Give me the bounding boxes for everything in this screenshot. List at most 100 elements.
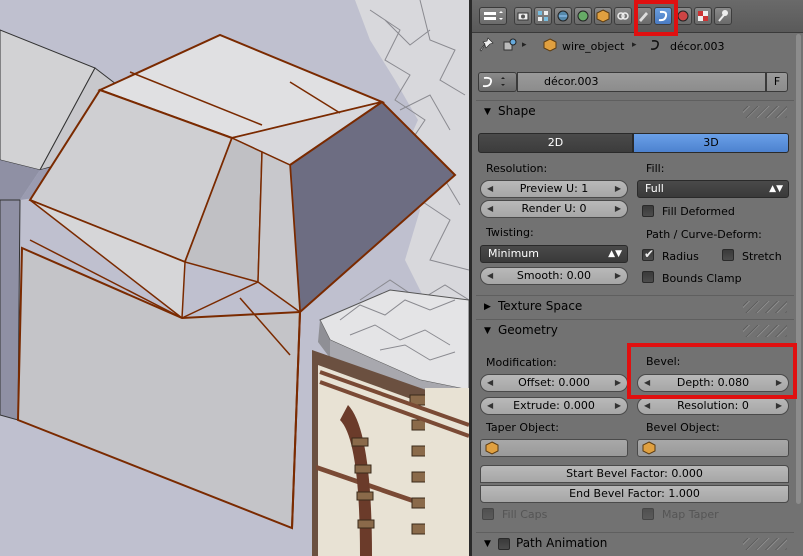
map-taper-checkbox[interactable] [642, 508, 654, 520]
panel-shape-header[interactable]: ▼ Shape [476, 101, 791, 123]
render-u-value: Render U: 0 [521, 202, 587, 215]
scene-icon[interactable] [554, 7, 572, 25]
radius-checkbox[interactable]: ✔ [642, 247, 655, 261]
highlight-box-curve-tab [634, 0, 678, 36]
fake-user-button[interactable]: F [766, 72, 788, 92]
panel-title: Geometry [498, 323, 558, 337]
scene-data-icon [502, 37, 518, 56]
panel-title: Path Animation [516, 536, 608, 550]
datablock-name-field[interactable]: décor.003 [517, 72, 766, 92]
breadcrumb-object: wire_object [562, 40, 625, 53]
render-icon[interactable] [514, 7, 532, 25]
twisting-mode-value: Minimum [488, 247, 539, 260]
breadcrumb-arrow: ▸ [632, 40, 637, 50]
highlight-box-bevel-depth [627, 343, 797, 399]
viewport-scene [0, 0, 469, 556]
taper-object-field[interactable] [480, 439, 628, 457]
breadcrumb-data: décor.003 [670, 40, 725, 53]
decrement-arrow-icon[interactable]: ◀ [487, 201, 493, 217]
breadcrumb-arrow: ▸ [522, 40, 527, 50]
preview-u-field[interactable]: ◀ Preview U: 1 ▶ [480, 180, 628, 198]
preview-u-value: Preview U: 1 [519, 182, 589, 195]
panel-path-animation-header[interactable]: ▼ Path Animation [476, 533, 791, 555]
datablock-name: décor.003 [544, 75, 599, 88]
panel-grip-icon[interactable] [743, 325, 787, 337]
object-icon [542, 37, 558, 56]
path-curve-deform-label: Path / Curve-Deform: [646, 228, 762, 241]
increment-arrow-icon[interactable]: ▶ [776, 398, 782, 414]
panel-geometry-header[interactable]: ▼ Geometry [476, 320, 791, 342]
collapse-triangle-icon: ▼ [484, 107, 491, 117]
resolution-label: Resolution: [486, 162, 548, 175]
fill-mode-select[interactable]: Full ▲▼ [637, 180, 789, 198]
bevel-resolution-field[interactable]: ◀ Resolution: 0 ▶ [637, 397, 789, 415]
collapse-triangle-icon: ▼ [484, 326, 491, 336]
offset-field[interactable]: ◀ Offset: 0.000 ▶ [480, 374, 628, 392]
radius-label: Radius [662, 250, 699, 263]
properties-editor: ▸ wire_object ▸ décor.003 décor.003 F ▼ … [472, 0, 803, 556]
editor-type-icon[interactable] [479, 7, 507, 25]
pin-icon[interactable] [478, 36, 496, 57]
increment-arrow-icon[interactable]: ▶ [615, 375, 621, 391]
panel-texture-space-header[interactable]: ▶ Texture Space [476, 296, 791, 318]
stretch-label: Stretch [742, 250, 782, 263]
modification-label: Modification: [486, 356, 557, 369]
extrude-value: Extrude: 0.000 [513, 399, 595, 412]
decrement-arrow-icon[interactable]: ◀ [487, 375, 493, 391]
fill-label: Fill: [646, 162, 665, 175]
end-bevel-factor-field[interactable]: End Bevel Factor: 1.000 [480, 485, 789, 503]
increment-arrow-icon[interactable]: ▶ [615, 181, 621, 197]
increment-arrow-icon[interactable]: ▶ [615, 398, 621, 414]
fill-deformed-checkbox[interactable] [642, 205, 654, 217]
smooth-field[interactable]: ◀ Smooth: 0.00 ▶ [480, 267, 628, 285]
panel-grip-icon[interactable] [743, 106, 787, 118]
map-taper-label: Map Taper [662, 508, 719, 521]
increment-arrow-icon[interactable]: ▶ [615, 201, 621, 217]
bevel-object-label: Bevel Object: [646, 421, 720, 434]
decrement-arrow-icon[interactable]: ◀ [644, 398, 650, 414]
panel-grip-icon[interactable] [743, 538, 787, 550]
dropdown-arrow-icon: ▲▼ [769, 184, 783, 194]
datablock-browse-button[interactable] [478, 72, 517, 92]
taper-object-label: Taper Object: [486, 421, 559, 434]
render-u-field[interactable]: ◀ Render U: 0 ▶ [480, 200, 628, 218]
bevel-resolution-value: Resolution: 0 [677, 399, 749, 412]
dimension-3d-button[interactable]: 3D [633, 133, 789, 153]
world-icon[interactable] [574, 7, 592, 25]
dropdown-arrow-icon: ▲▼ [608, 249, 622, 259]
dimension-2d-button[interactable]: 2D [478, 133, 633, 153]
properties-scrollbar[interactable] [796, 34, 801, 504]
fill-caps-checkbox[interactable] [482, 508, 494, 520]
checkmark-icon: ✔ [644, 247, 655, 261]
twisting-mode-select[interactable]: Minimum ▲▼ [480, 245, 628, 263]
fill-deformed-label: Fill Deformed [662, 205, 735, 218]
extrude-field[interactable]: ◀ Extrude: 0.000 ▶ [480, 397, 628, 415]
path-animation-checkbox[interactable] [498, 538, 510, 550]
decrement-arrow-icon[interactable]: ◀ [487, 268, 493, 284]
physics-icon[interactable] [714, 7, 732, 25]
expand-triangle-icon: ▶ [484, 302, 491, 312]
constraints-icon[interactable] [614, 7, 632, 25]
render-layers-icon[interactable] [534, 7, 552, 25]
panel-grip-icon[interactable] [743, 301, 787, 313]
bounds-clamp-checkbox[interactable] [642, 271, 654, 283]
twisting-label: Twisting: [486, 226, 534, 239]
fill-caps-label: Fill Caps [502, 508, 548, 521]
object-icon[interactable] [594, 7, 612, 25]
texture-icon[interactable] [694, 7, 712, 25]
panel-title: Shape [498, 104, 536, 118]
stretch-checkbox[interactable] [722, 249, 734, 261]
decrement-arrow-icon[interactable]: ◀ [487, 181, 493, 197]
curve-data-icon [648, 38, 662, 55]
bounds-clamp-label: Bounds Clamp [662, 272, 742, 285]
bevel-object-field[interactable] [637, 439, 789, 457]
start-bevel-factor-field[interactable]: Start Bevel Factor: 0.000 [480, 465, 789, 483]
fill-mode-value: Full [645, 182, 664, 195]
collapse-triangle-icon: ▼ [484, 539, 491, 549]
increment-arrow-icon[interactable]: ▶ [615, 268, 621, 284]
object-icon [485, 441, 499, 455]
3d-viewport[interactable] [0, 0, 469, 556]
decrement-arrow-icon[interactable]: ◀ [487, 398, 493, 414]
offset-value: Offset: 0.000 [518, 376, 590, 389]
panel-title: Texture Space [498, 299, 583, 313]
